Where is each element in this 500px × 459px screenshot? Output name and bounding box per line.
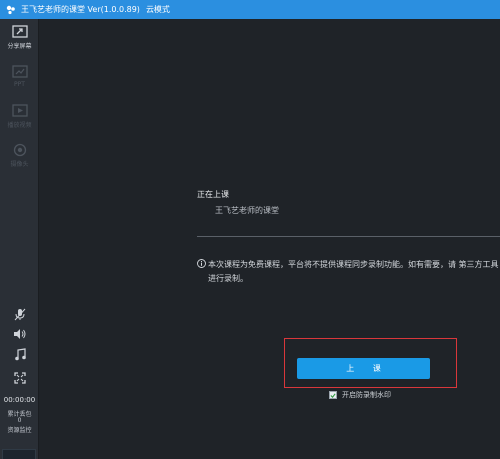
share-screen-icon (11, 25, 28, 38)
window-title: 王飞艺老师的课堂 Ver(1.0.0.89) (21, 5, 140, 14)
class-status-title: 正在上课 (197, 190, 229, 199)
play-video-icon (11, 104, 28, 117)
class-timer: 00:00:00 (3, 396, 36, 404)
lost-packets-value: 0 (17, 417, 22, 424)
watermark-label: 开启防录制水印 (342, 391, 391, 399)
microphone-icon (14, 308, 25, 321)
tool-ppt-label: PPT (14, 81, 25, 88)
info-icon (197, 259, 206, 268)
tool-share-screen-label: 分享屏幕 (7, 43, 32, 50)
sidebar: 分享屏幕 PPT 播放视频 摄像头 00:00:00 累计丢包 0 资源监控 (0, 19, 39, 459)
music-icon (14, 348, 26, 361)
camera-icon (13, 143, 26, 157)
main-panel: 正在上课 王飞艺老师的课堂 本次课程为免费课程，平台将不提供课程同步录制功能。如… (40, 19, 500, 459)
tool-share-screen[interactable]: 分享屏幕 (0, 25, 39, 50)
class-status-subtitle: 王飞艺老师的课堂 (215, 206, 279, 215)
tool-play-video-label: 播放视频 (7, 122, 32, 129)
ppt-icon (11, 65, 28, 78)
app-logo-icon (6, 5, 15, 14)
start-class-button[interactable]: 上 课 (297, 358, 430, 379)
title-bar: 王飞艺老师的课堂 Ver(1.0.0.89) 云模式 (0, 0, 500, 19)
microphone-button[interactable] (0, 308, 39, 321)
speaker-icon (13, 329, 25, 339)
tool-ppt[interactable]: PPT (0, 65, 39, 88)
tool-play-video[interactable]: 播放视频 (0, 104, 39, 129)
resource-monitor-graph (2, 449, 36, 459)
tool-camera-label: 摄像头 (10, 161, 29, 168)
resource-monitor-label[interactable]: 资源监控 (0, 425, 39, 434)
watermark-checkbox[interactable] (329, 391, 337, 399)
mode-label: 云模式 (145, 5, 170, 14)
checkmark-icon (330, 392, 336, 398)
tool-camera[interactable]: 摄像头 (0, 143, 39, 168)
music-button[interactable] (0, 348, 39, 361)
divider (197, 236, 500, 237)
speaker-button[interactable] (0, 328, 39, 340)
fullscreen-icon (13, 372, 26, 384)
recording-notice: 本次课程为免费课程，平台将不提供课程同步录制功能。如有需要，请 第三方工具进行录… (208, 260, 499, 283)
watermark-option[interactable]: 开启防录制水印 (329, 390, 391, 400)
fullscreen-button[interactable] (0, 372, 39, 384)
